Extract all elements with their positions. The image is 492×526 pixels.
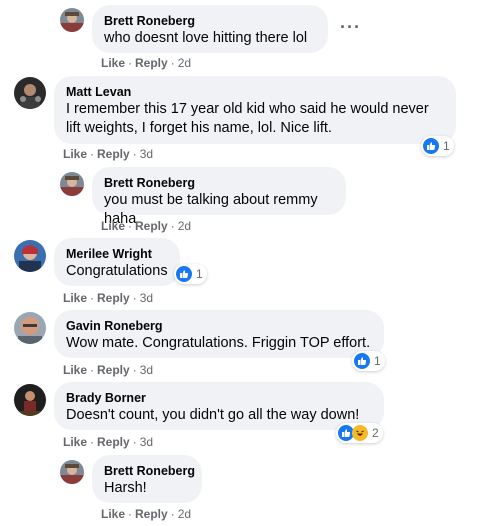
- like-button[interactable]: Like: [101, 56, 125, 70]
- separator: ·: [170, 56, 175, 70]
- comment-actions: Like · Reply · 3d: [63, 435, 153, 449]
- avatar[interactable]: [60, 460, 84, 484]
- separator: ·: [132, 363, 137, 377]
- comment-bubble: Gavin Roneberg Wow mate. Congratulations…: [54, 310, 384, 358]
- reaction-summary[interactable]: 1: [174, 264, 207, 284]
- comment-actions: Like · Reply · 3d: [63, 363, 153, 377]
- comment-bubble: Brady Borner Doesn't count, you didn't g…: [54, 382, 384, 430]
- comment-author[interactable]: Matt Levan: [66, 84, 444, 100]
- separator: ·: [170, 507, 175, 521]
- like-button[interactable]: Like: [63, 363, 87, 377]
- reaction-count: 1: [374, 354, 381, 368]
- timestamp[interactable]: 2d: [178, 507, 191, 521]
- avatar[interactable]: [60, 8, 84, 32]
- ellipsis-icon[interactable]: ···: [340, 18, 361, 36]
- comment-actions: Like · Reply · 3d: [63, 291, 153, 305]
- reply-button[interactable]: Reply: [135, 56, 168, 70]
- like-button[interactable]: Like: [101, 507, 125, 521]
- separator: ·: [90, 147, 95, 161]
- comment-actions: Like · Reply · 2d: [101, 56, 191, 70]
- comment-text: Wow mate. Congratulations. Friggin TOP e…: [66, 335, 371, 351]
- like-reaction-icon: [423, 138, 439, 154]
- reaction-summary[interactable]: 1: [421, 136, 454, 156]
- comment-bubble: Merilee Wright Congratulations: [54, 238, 180, 286]
- comment-author[interactable]: Brett Roneberg: [104, 175, 334, 191]
- reply-button[interactable]: Reply: [97, 291, 130, 305]
- separator: ·: [170, 219, 175, 233]
- comment-author[interactable]: Brett Roneberg: [104, 13, 316, 29]
- like-button[interactable]: Like: [63, 147, 87, 161]
- comment-bubble: Brett Roneberg who doesnt love hitting t…: [92, 5, 328, 53]
- comment-text: Congratulations: [66, 263, 168, 279]
- reply-button[interactable]: Reply: [97, 147, 130, 161]
- avatar[interactable]: [14, 312, 46, 344]
- separator: ·: [90, 435, 95, 449]
- like-reaction-icon: [176, 266, 192, 282]
- comment-author[interactable]: Gavin Roneberg: [66, 318, 372, 334]
- like-button[interactable]: Like: [63, 291, 87, 305]
- avatar[interactable]: [14, 384, 46, 416]
- avatar[interactable]: [60, 172, 84, 196]
- like-button[interactable]: Like: [63, 435, 87, 449]
- haha-reaction-icon: [352, 425, 368, 441]
- comment-bubble: Brett Roneberg you must be talking about…: [92, 167, 346, 227]
- separator: ·: [90, 363, 95, 377]
- comment-text: Doesn't count, you didn't go all the way…: [66, 407, 360, 423]
- like-button[interactable]: Like: [101, 219, 125, 233]
- separator: ·: [132, 435, 137, 449]
- comment-text: Harsh!: [104, 480, 147, 496]
- reply-button[interactable]: Reply: [135, 219, 168, 233]
- like-reaction-icon: [354, 353, 370, 369]
- avatar[interactable]: [14, 240, 46, 272]
- timestamp[interactable]: 3d: [140, 363, 153, 377]
- reply-button[interactable]: Reply: [135, 507, 168, 521]
- reaction-summary[interactable]: 2: [336, 423, 383, 443]
- separator: ·: [128, 507, 133, 521]
- comment-actions: Like · Reply · 2d: [101, 507, 191, 521]
- separator: ·: [128, 219, 133, 233]
- comment-author[interactable]: Brett Roneberg: [104, 463, 195, 479]
- comment-bubble: Matt Levan I remember this 17 year old k…: [54, 76, 456, 144]
- reply-button[interactable]: Reply: [97, 435, 130, 449]
- separator: ·: [132, 291, 137, 305]
- separator: ·: [132, 147, 137, 161]
- avatar[interactable]: [14, 77, 46, 109]
- timestamp[interactable]: 3d: [140, 147, 153, 161]
- reaction-count: 1: [196, 267, 203, 281]
- comment-actions: Like · Reply · 3d: [63, 147, 153, 161]
- reaction-summary[interactable]: 1: [352, 351, 385, 371]
- reaction-count: 1: [443, 139, 450, 153]
- separator: ·: [128, 56, 133, 70]
- timestamp[interactable]: 2d: [178, 219, 191, 233]
- timestamp[interactable]: 3d: [140, 291, 153, 305]
- timestamp[interactable]: 3d: [140, 435, 153, 449]
- comment-bubble: Brett Roneberg Harsh!: [92, 455, 202, 503]
- comment-actions: Like · Reply · 2d: [101, 219, 191, 233]
- reaction-count: 2: [372, 426, 379, 440]
- comment-author[interactable]: Merilee Wright: [66, 246, 168, 262]
- comment-text: I remember this 17 year old kid who said…: [66, 101, 429, 136]
- reply-button[interactable]: Reply: [97, 363, 130, 377]
- comment-author[interactable]: Brady Borner: [66, 390, 372, 406]
- timestamp[interactable]: 2d: [178, 56, 191, 70]
- comment-text: who doesnt love hitting there lol: [104, 30, 308, 46]
- separator: ·: [90, 291, 95, 305]
